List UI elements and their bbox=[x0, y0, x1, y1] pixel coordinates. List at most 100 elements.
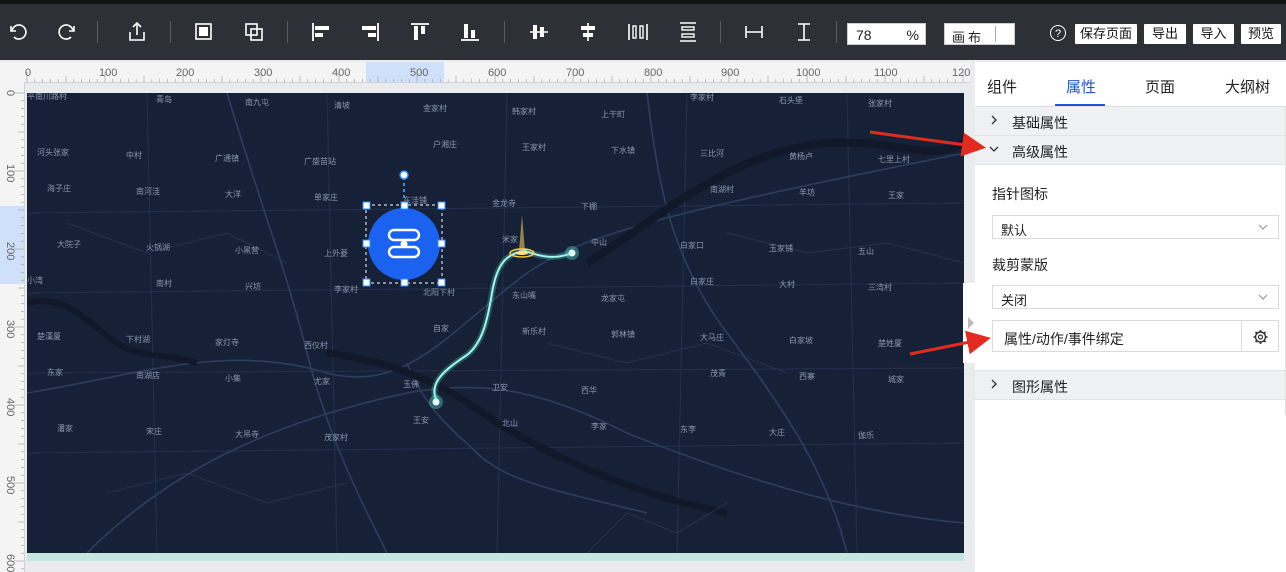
ruler-top-label: 600 bbox=[488, 67, 507, 79]
map-place-label: 火锅湖 bbox=[146, 243, 170, 252]
properties-panel: 组件 属性 页面 大纲树 基础属性 高级属性 指针图标 默认 裁剪蒙版 关闭 属… bbox=[975, 62, 1286, 572]
help-icon[interactable]: ? bbox=[1050, 25, 1066, 41]
map-place-label: 南湖店 bbox=[136, 371, 160, 380]
page-icon bbox=[995, 26, 1009, 42]
map-place-label: 王家村 bbox=[522, 143, 546, 152]
map-place-label: 七里上村 bbox=[878, 155, 910, 164]
selected-component[interactable] bbox=[352, 165, 472, 305]
tab-outline-tree[interactable]: 大纲树 bbox=[1225, 76, 1270, 97]
select-value: 关闭 bbox=[1001, 293, 1028, 308]
redo-icon[interactable] bbox=[55, 20, 79, 44]
map-place-label: 王家 bbox=[888, 191, 904, 200]
ruler-top-label: 100 bbox=[99, 67, 118, 79]
align-top-icon[interactable] bbox=[408, 20, 432, 44]
ruler-top-label: 500 bbox=[410, 67, 429, 79]
map-place-label: 楚漢厦 bbox=[37, 332, 61, 341]
ruler-left-label: 600 bbox=[4, 554, 16, 572]
canvas-bottom-strip bbox=[27, 553, 964, 561]
caret-right-icon bbox=[968, 317, 974, 329]
map-roads bbox=[27, 93, 964, 553]
map-place-label: 米家 bbox=[502, 235, 518, 244]
map-place-label: 白家庄 bbox=[690, 277, 714, 286]
map-place-label: 三湾村 bbox=[868, 283, 892, 292]
send-back-icon[interactable] bbox=[242, 20, 266, 44]
ruler-top-label: 800 bbox=[644, 67, 663, 79]
map-place-label: 大马庄 bbox=[700, 333, 724, 342]
chevron-right-icon bbox=[991, 379, 997, 389]
tab-properties[interactable]: 属性 bbox=[1066, 76, 1096, 97]
map-place-label: 五山 bbox=[858, 247, 874, 256]
align-right-icon[interactable] bbox=[358, 20, 382, 44]
clip-mask-label: 裁剪蒙版 bbox=[992, 257, 1048, 273]
map-place-label: 大洋 bbox=[225, 190, 241, 199]
align-center-horizontal-icon[interactable] bbox=[576, 20, 600, 44]
map-place-label: 下村湖 bbox=[126, 335, 150, 344]
bring-front-icon[interactable] bbox=[192, 20, 216, 44]
equal-width-icon[interactable] bbox=[742, 20, 766, 44]
map-place-label: 卫安 bbox=[492, 383, 508, 392]
map-place-label: 宋庄 bbox=[146, 427, 162, 436]
binding-field[interactable]: 属性/动作/事件绑定 bbox=[992, 320, 1242, 352]
map-place-label: 上外菱 bbox=[324, 249, 348, 258]
map-place-label: 南村 bbox=[156, 279, 172, 288]
ruler-top: 0 100 200 300 400 500 600 700 800 900 10… bbox=[24, 62, 970, 83]
map-place-label: 小湾 bbox=[27, 276, 43, 285]
map-place-label: 自家 bbox=[433, 324, 449, 333]
ruler-top-label: 0 bbox=[25, 67, 32, 79]
map-place-label: 南湖村 bbox=[710, 185, 734, 194]
distribute-vertical-icon[interactable] bbox=[676, 20, 700, 44]
pointer-icon-select[interactable]: 默认 bbox=[992, 215, 1279, 239]
canvas-button[interactable]: 画布 bbox=[944, 23, 1015, 45]
panel-collapse-handle[interactable] bbox=[963, 283, 975, 363]
zoom-input[interactable]: 78 % bbox=[847, 23, 926, 45]
map-place-label: 龙家屯 bbox=[601, 294, 625, 303]
toolbar: 78 % 画布 ? 保存页面 导出 导入 预览 bbox=[0, 0, 1286, 60]
zoom-value: 78 bbox=[856, 27, 872, 43]
map-place-label: 潘家 bbox=[57, 424, 73, 433]
tab-page[interactable]: 页面 bbox=[1145, 76, 1175, 97]
ruler-top-label: 700 bbox=[566, 67, 585, 79]
map-place-label: 大村 bbox=[779, 280, 795, 289]
map-place-label: 中村 bbox=[126, 151, 142, 160]
ruler-top-label: 1000 bbox=[796, 67, 821, 79]
ruler-left: 0 100 200 300 400 500 600 bbox=[0, 82, 25, 572]
section-advanced-properties[interactable]: 高级属性 bbox=[975, 136, 1286, 165]
section-graphic-properties[interactable]: 图形属性 bbox=[975, 370, 1286, 400]
map-place-label: 羊坊 bbox=[799, 188, 815, 197]
tab-components[interactable]: 组件 bbox=[987, 76, 1017, 97]
binding-settings-button[interactable] bbox=[1242, 320, 1279, 352]
align-left-icon[interactable] bbox=[309, 20, 333, 44]
ruler-corner bbox=[0, 62, 24, 82]
map-place-label: 尤家 bbox=[314, 377, 330, 386]
align-bottom-icon[interactable] bbox=[458, 20, 482, 44]
map-place-label: 三比河 bbox=[700, 149, 724, 158]
share-icon[interactable] bbox=[125, 20, 149, 44]
map-place-label: 玉家铺 bbox=[769, 244, 793, 253]
import-button[interactable]: 导入 bbox=[1192, 23, 1235, 45]
ruler-top-label: 300 bbox=[254, 67, 273, 79]
map-place-label: 上干町 bbox=[601, 110, 625, 119]
section-basic-properties[interactable]: 基础属性 bbox=[975, 107, 1286, 136]
export-button[interactable]: 导出 bbox=[1143, 23, 1187, 45]
map-place-label: 下水镇 bbox=[611, 146, 635, 155]
ruler-left-label: 100 bbox=[4, 164, 16, 183]
save-page-button[interactable]: 保存页面 bbox=[1074, 23, 1138, 45]
distribute-horizontal-icon[interactable] bbox=[626, 20, 650, 44]
clip-mask-select[interactable]: 关闭 bbox=[992, 285, 1279, 309]
pointer-icon-label: 指针图标 bbox=[992, 186, 1048, 202]
undo-icon[interactable] bbox=[6, 20, 30, 44]
map-canvas[interactable]: 平南川路村 青岛 南九屯 清坡 金家村 韩家村 上干町 李家村 石头堡 张家村 河头张家 中村 广通镇 广… bbox=[27, 93, 964, 553]
map-place-label: 大庄 bbox=[769, 428, 785, 437]
preview-button[interactable]: 预览 bbox=[1240, 23, 1282, 45]
map-place-label: 平南川路村 bbox=[27, 93, 67, 101]
map-place-label: 大吊寺 bbox=[235, 430, 259, 439]
align-center-vertical-icon[interactable] bbox=[527, 20, 551, 44]
ruler-top-label: 400 bbox=[332, 67, 351, 79]
equal-height-icon[interactable] bbox=[792, 20, 816, 44]
map-place-label: 茂家村 bbox=[324, 433, 348, 442]
map-place-label: 兴坊 bbox=[245, 282, 261, 291]
map-place-label: 东山嘴 bbox=[512, 291, 536, 300]
ruler-left-label: 500 bbox=[4, 476, 16, 495]
map-place-label: 金家村 bbox=[423, 104, 447, 113]
map-place-label: 东家 bbox=[47, 368, 63, 377]
